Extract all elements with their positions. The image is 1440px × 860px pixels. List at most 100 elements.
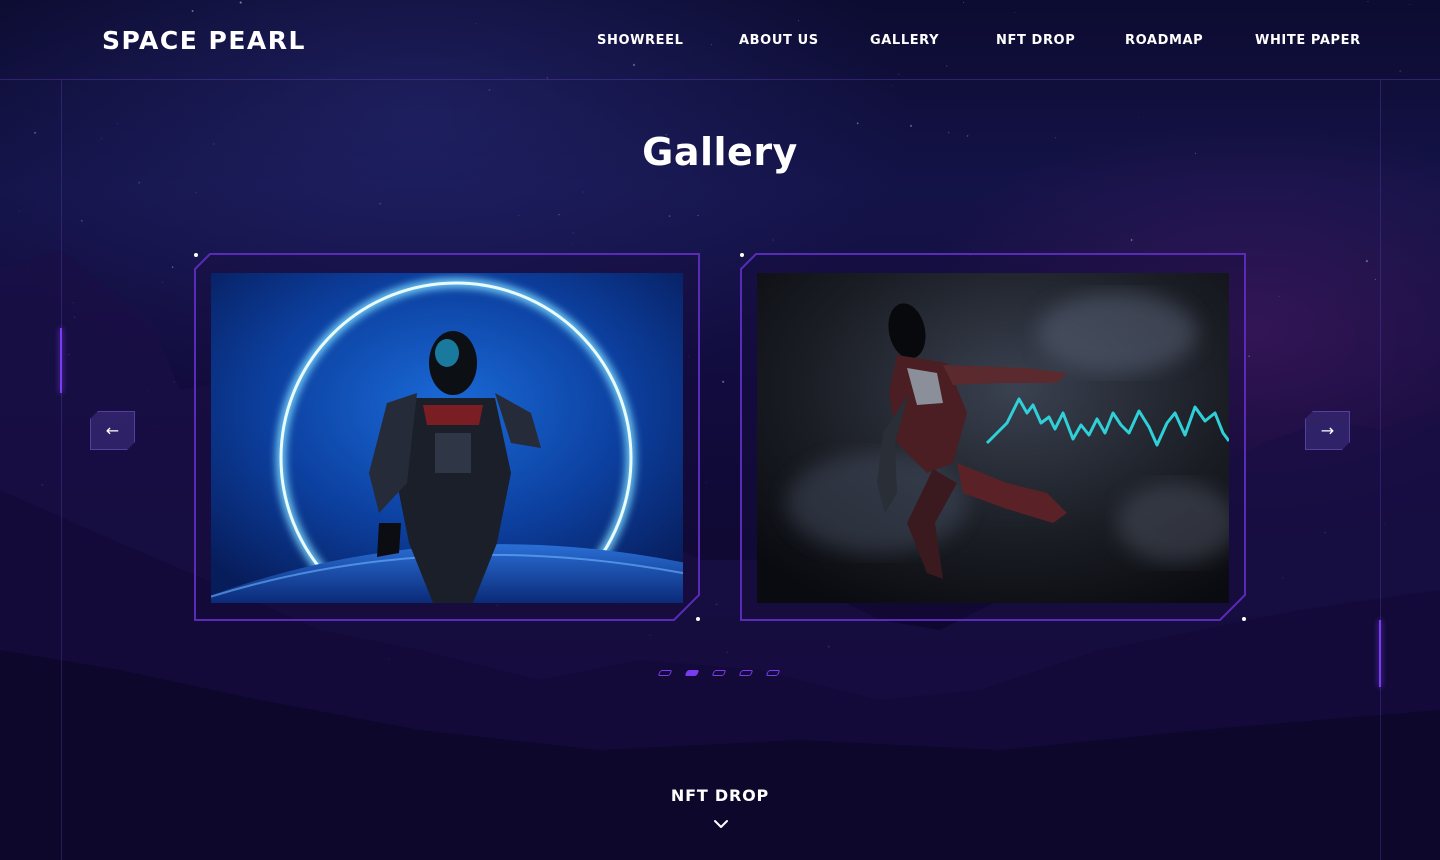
star (572, 232, 575, 234)
star (41, 483, 44, 486)
star (345, 815, 347, 817)
gallery-pagination (657, 670, 781, 678)
frame-accent-left (60, 328, 62, 393)
star (827, 645, 830, 648)
gallery-card-2[interactable] (740, 253, 1246, 621)
gallery-image-2 (757, 273, 1229, 603)
star (4, 840, 7, 843)
star (192, 621, 194, 624)
star (909, 124, 913, 128)
star (558, 214, 560, 216)
star (784, 850, 786, 853)
nav-link-gallery[interactable]: GALLERY (870, 33, 939, 48)
star (1278, 295, 1280, 297)
star (81, 220, 83, 222)
star (1130, 239, 1133, 241)
star (138, 181, 141, 184)
star (67, 353, 70, 356)
star (705, 481, 707, 483)
star (1248, 355, 1250, 357)
frame-line-right (1380, 80, 1381, 860)
star (488, 89, 491, 92)
star (760, 810, 761, 812)
star (649, 634, 651, 637)
pagination-dot[interactable] (738, 670, 754, 676)
star (421, 105, 423, 107)
nav-link-showreel[interactable]: SHOWREEL (597, 33, 684, 48)
star (182, 625, 185, 628)
star (1384, 523, 1386, 525)
star (1374, 278, 1377, 281)
star (946, 751, 948, 753)
astronaut-jumping-image (757, 273, 1229, 603)
star (195, 191, 197, 194)
star (1389, 685, 1393, 689)
star (326, 811, 329, 814)
star (772, 713, 775, 716)
star (0, 418, 1, 420)
star (244, 683, 246, 686)
star (631, 720, 633, 722)
star (726, 651, 729, 654)
star (1381, 442, 1383, 443)
star (1137, 117, 1139, 118)
star (1276, 814, 1278, 816)
star (950, 747, 952, 749)
pagination-dot[interactable] (657, 670, 673, 676)
star (570, 751, 573, 753)
star (722, 380, 725, 383)
prev-slide-button[interactable]: ← (90, 411, 135, 450)
star (1192, 845, 1195, 848)
card-2-corner-dot (1242, 617, 1246, 621)
star (1201, 641, 1204, 644)
star (582, 191, 584, 193)
star (1287, 488, 1288, 490)
pagination-dot[interactable] (684, 670, 700, 676)
card-2-corner-dot (740, 253, 744, 257)
main-nav: SHOWREEL ABOUT US GALLERY NFT DROP ROADM… (0, 33, 1440, 49)
arrow-left-icon: ← (105, 420, 120, 440)
star (1365, 260, 1368, 263)
pagination-dot[interactable] (765, 670, 781, 676)
star (668, 215, 671, 218)
star (379, 202, 382, 205)
star (147, 389, 150, 391)
chevron-down-icon[interactable] (713, 818, 729, 830)
site-header: SPACE PEARL SHOWREEL ABOUT US GALLERY NF… (0, 0, 1440, 80)
nav-link-white-paper[interactable]: WHITE PAPER (1255, 33, 1361, 48)
star (171, 266, 174, 268)
nav-link-about-us[interactable]: ABOUT US (739, 33, 819, 48)
pagination-dot[interactable] (711, 670, 727, 676)
star (1393, 767, 1395, 769)
nav-link-roadmap[interactable]: ROADMAP (1125, 33, 1203, 48)
gallery-card-1[interactable] (194, 253, 700, 621)
star (659, 830, 662, 833)
next-section-label[interactable]: NFT DROP (0, 786, 1440, 805)
star (244, 846, 247, 849)
star (170, 725, 174, 728)
star (161, 281, 163, 283)
page-title: Gallery (642, 130, 798, 174)
star (438, 779, 441, 782)
frame-line-left (61, 80, 62, 860)
star (423, 858, 425, 860)
star (1209, 819, 1211, 822)
star (856, 122, 859, 125)
star (715, 603, 718, 606)
star (1324, 531, 1327, 534)
star (342, 759, 345, 762)
star (647, 742, 649, 744)
next-slide-button[interactable]: → (1305, 411, 1350, 450)
star (449, 701, 451, 704)
star (73, 316, 76, 319)
star (72, 301, 75, 304)
card-1-corner-dot (194, 253, 198, 257)
arrow-right-icon: → (1320, 420, 1335, 440)
star (1281, 577, 1284, 579)
star (153, 426, 155, 428)
star (518, 214, 520, 217)
star (1026, 749, 1028, 751)
nav-link-nft-drop[interactable]: NFT DROP (996, 33, 1075, 48)
astronaut-portal-image (211, 273, 683, 603)
star (18, 210, 20, 212)
